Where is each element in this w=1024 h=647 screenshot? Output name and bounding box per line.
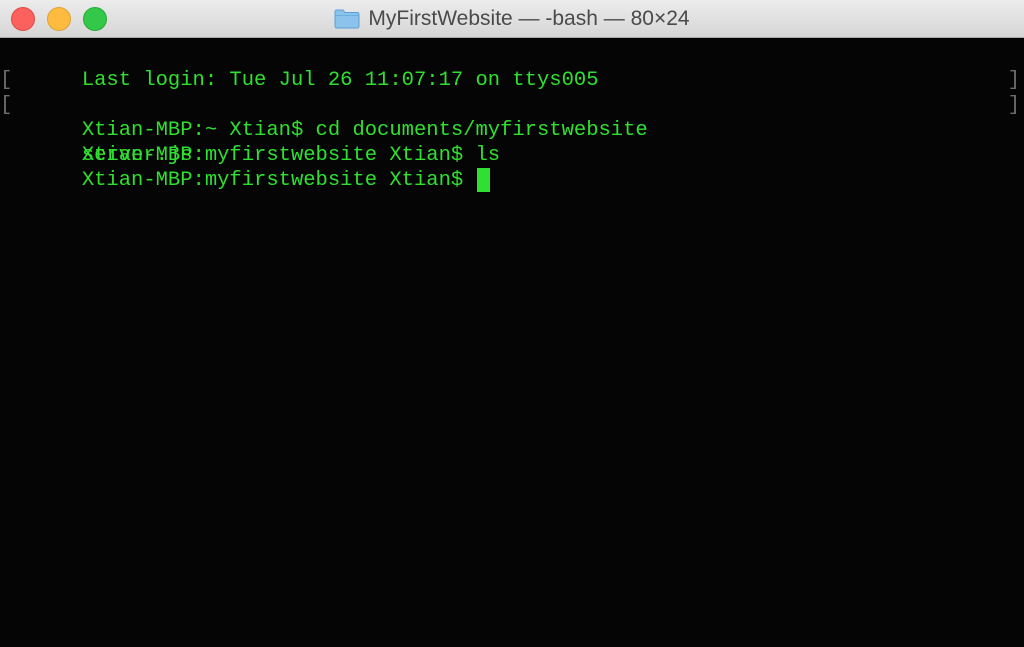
terminal-line: [ Xtian-MBP:~ Xtian$ cd documents/myfirs… xyxy=(0,68,1024,142)
terminal-line: Last login: Tue Jul 26 11:07:17 on ttys0… xyxy=(0,43,1024,92)
terminal-line: [ Xtian-MBP:myfirstwebsite Xtian$ ls ] xyxy=(0,93,1024,167)
title-bar[interactable]: MyFirstWebsite — -bash — 80×24 xyxy=(0,0,1024,38)
terminal-prompt: Xtian-MBP:myfirstwebsite Xtian$ xyxy=(81,169,476,192)
line-mark-left: [ xyxy=(0,69,13,92)
line-mark-right: ] xyxy=(1007,94,1020,117)
window-title: MyFirstWebsite — -bash — 80×24 xyxy=(368,7,690,30)
terminal-prompt-line[interactable]: Xtian-MBP:myfirstwebsite Xtian$ xyxy=(0,143,1024,192)
terminal-line: server.js xyxy=(0,118,1024,167)
line-mark-right: ] xyxy=(1007,69,1020,92)
window-title-group: MyFirstWebsite — -bash — 80×24 xyxy=(0,0,1024,38)
folder-icon xyxy=(334,9,360,29)
terminal-window: MyFirstWebsite — -bash — 80×24 Last logi… xyxy=(0,0,1024,647)
block-cursor-icon xyxy=(477,168,491,192)
line-mark-left: [ xyxy=(0,94,13,117)
terminal-output[interactable]: Last login: Tue Jul 26 11:07:17 on ttys0… xyxy=(0,38,1024,647)
